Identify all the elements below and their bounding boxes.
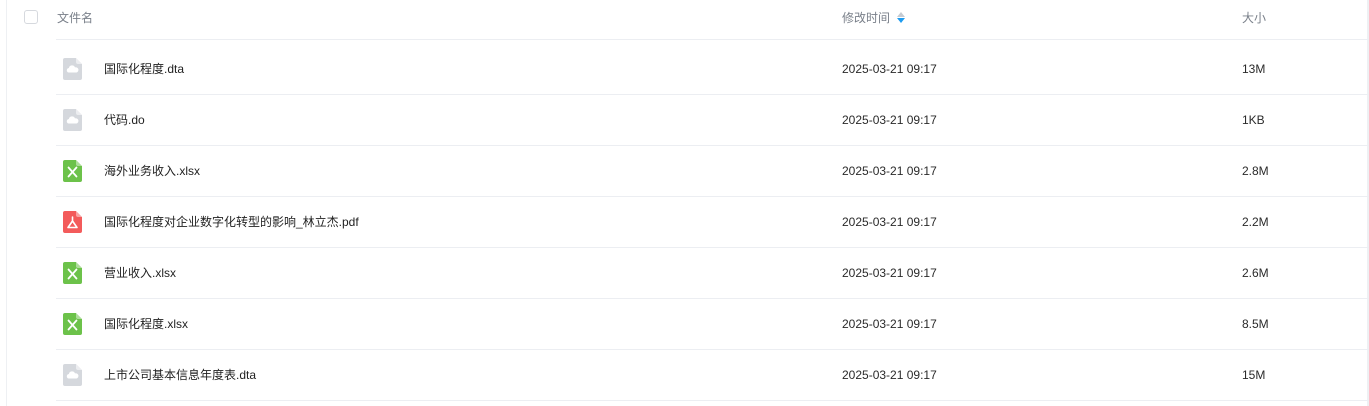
sort-descending-icon[interactable] [897,12,906,24]
column-header-name[interactable]: 文件名 [57,11,93,25]
file-size: 15M [1242,368,1266,382]
table-header: 文件名 修改时间 大小 [0,0,1369,40]
excel-file-icon [63,262,82,284]
file-row[interactable]: 代码.do 2025-03-21 09:17 1KB [0,95,1369,146]
file-size: 8.5M [1242,317,1269,331]
column-header-time-label: 修改时间 [842,11,891,25]
row-divider [56,400,1369,401]
file-modified-time: 2025-03-21 09:17 [842,368,937,382]
file-name[interactable]: 上市公司基本信息年度表.dta [104,368,256,382]
header-divider [56,39,1369,40]
file-size: 1KB [1242,113,1265,127]
file-row[interactable]: 国际化程度.dta 2025-03-21 09:17 13M [0,44,1369,95]
file-icon [63,109,82,131]
file-list: 国际化程度.dta 2025-03-21 09:17 13M 代码.do 2025-03… [0,44,1369,401]
file-row[interactable]: 国际化程度.xlsx 2025-03-21 09:17 8.5M [0,299,1369,350]
file-list-page: 文件名 修改时间 大小 国际化程度.dta 2025-03-21 09:17 13M… [0,0,1369,406]
file-name[interactable]: 国际化程度对企业数字化转型的影响_林立杰.pdf [104,215,359,229]
file-row[interactable]: 国际化程度对企业数字化转型的影响_林立杰.pdf 2025-03-21 09:17… [0,197,1369,248]
column-header-size[interactable]: 大小 [1242,11,1266,25]
file-modified-time: 2025-03-21 09:17 [842,317,937,331]
file-name[interactable]: 营业收入.xlsx [104,266,176,280]
file-modified-time: 2025-03-21 09:17 [842,62,937,76]
file-size: 2.2M [1242,215,1269,229]
file-size: 13M [1242,62,1266,76]
file-name[interactable]: 国际化程度.dta [104,62,184,76]
file-name[interactable]: 海外业务收入.xlsx [104,164,200,178]
file-modified-time: 2025-03-21 09:17 [842,266,937,280]
excel-file-icon [63,313,82,335]
excel-file-icon [63,160,82,182]
file-size: 2.6M [1242,266,1269,280]
file-modified-time: 2025-03-21 09:17 [842,164,937,178]
file-modified-time: 2025-03-21 09:17 [842,215,937,229]
file-size: 2.8M [1242,164,1269,178]
file-modified-time: 2025-03-21 09:17 [842,113,937,127]
file-name[interactable]: 国际化程度.xlsx [104,317,188,331]
file-icon [63,58,82,80]
file-icon [63,364,82,386]
select-all-checkbox[interactable] [24,10,38,24]
column-header-time[interactable]: 修改时间 [842,11,906,25]
file-row[interactable]: 营业收入.xlsx 2025-03-21 09:17 2.6M [0,248,1369,299]
file-name[interactable]: 代码.do [104,113,145,127]
pdf-file-icon [63,211,82,233]
file-row[interactable]: 上市公司基本信息年度表.dta 2025-03-21 09:17 15M [0,350,1369,401]
file-row[interactable]: 海外业务收入.xlsx 2025-03-21 09:17 2.8M [0,146,1369,197]
